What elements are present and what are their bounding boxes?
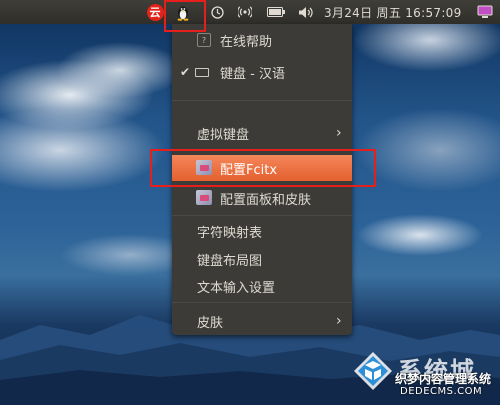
battery-icon[interactable] [266,0,286,24]
menu-item-character-map[interactable]: 字符映射表 [172,218,352,244]
keyboard-icon [195,68,209,77]
submenu-arrow-icon: › [336,313,342,329]
fcitx-skin-icon [196,190,212,205]
menu-item-label: 皮肤 [197,315,224,331]
menu-item-label: 配置面板和皮肤 [220,192,312,208]
menu-item-virtual-keyboard[interactable]: 虚拟键盘 › [172,120,352,146]
panel-datetime[interactable]: 3月24日 周五 16:57:09 [324,0,472,24]
check-icon: ✔ [180,65,191,79]
annotation-box-configure-fcitx [150,149,376,187]
menu-item-configure-skin[interactable]: 配置面板和皮肤 [172,185,352,211]
menu-item-text-input-settings[interactable]: 文本输入设置 [172,273,352,299]
menu-item-skin[interactable]: 皮肤 › [172,308,352,334]
menu-item-label: 在线帮助 [220,34,273,50]
netease-music-icon[interactable]: 云 [144,0,166,24]
menu-item-keyboard-chinese[interactable]: ✔ 键盘 - 汉语 [172,59,352,85]
menu-separator [172,100,352,101]
menu-item-label: 键盘 - 汉语 [220,66,285,82]
wifi-icon[interactable] [236,0,254,24]
menu-item-label: 字符映射表 [197,225,263,241]
annotation-box-penguin [164,0,206,32]
menu-item-label: 文本输入设置 [197,280,276,296]
menu-separator [172,302,352,303]
clock-icon[interactable] [208,0,226,24]
menu-separator [172,215,352,216]
menu-item-label: 虚拟键盘 [197,127,250,143]
watermark-subtitle: 织梦内容管理系统 [395,372,492,386]
submenu-arrow-icon: › [336,125,342,141]
volume-icon[interactable] [296,0,316,24]
netease-music-glyph: 云 [146,3,164,21]
session-icon[interactable] [474,0,496,24]
help-icon: ? [197,33,211,47]
menu-item-label: 键盘布局图 [197,253,263,269]
menu-item-keyboard-layout[interactable]: 键盘布局图 [172,246,352,272]
watermark-logo [354,352,392,390]
top-panel: 云 3月24日 周五 16:57:09 [0,0,500,24]
watermark-url: DEDECMS.COM [400,386,483,397]
